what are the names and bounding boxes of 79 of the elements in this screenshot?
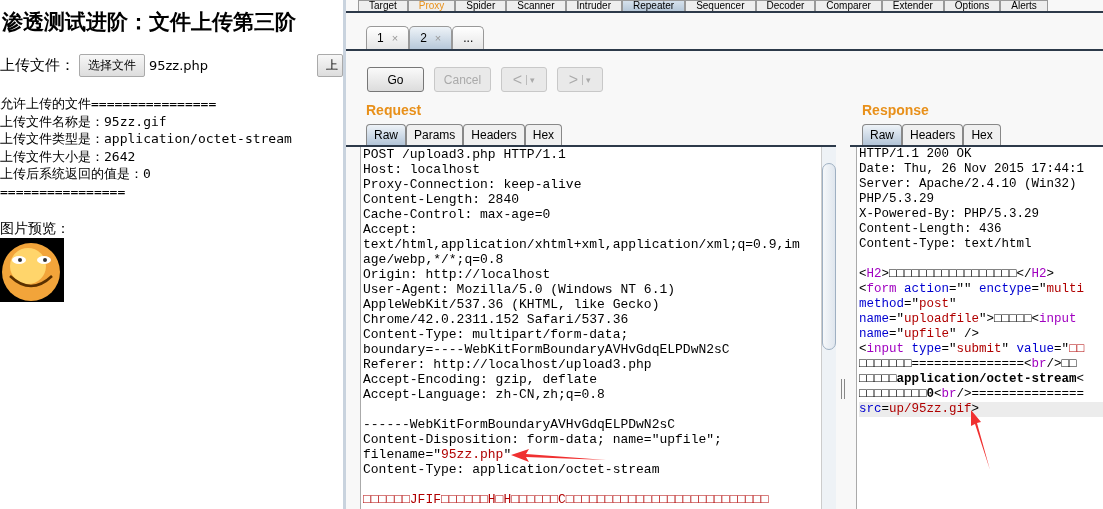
code-line: PHP/5.3.29: [859, 192, 935, 207]
main-tab[interactable]: Target: [358, 0, 408, 11]
code-line: Proxy-Connection: keep-alive: [363, 177, 583, 192]
toolbar-button[interactable]: Go: [367, 67, 424, 92]
pane-title: Response: [862, 102, 930, 118]
editor-tab[interactable]: Params: [406, 124, 464, 145]
preview-label: 图片预览：: [0, 220, 71, 238]
result-line: 上传文件大小是：2642: [0, 147, 137, 165]
code-line: □□□□□□JFIF□□□□□□H□H□□□□□□C□□□□□□□□□□□□□□□□□□□□□□□□□□: [363, 492, 770, 507]
code-line: Content-Type: application/octet-stream: [363, 462, 661, 477]
code-line: Origin: http://localhost: [363, 267, 552, 282]
code-line: □□□□□application/octet-stream<: [859, 372, 1086, 387]
session-tab[interactable]: 2 ×: [409, 26, 453, 49]
code-line: Content-Disposition: form-data; name="upfile";: [363, 432, 723, 447]
main-tab[interactable]: Sequencer: [685, 0, 756, 11]
main-tab[interactable]: Scanner: [506, 0, 566, 11]
main-tab[interactable]: Options: [943, 0, 1001, 11]
main-tab[interactable]: Extender: [881, 0, 944, 11]
code-line: Referer: http://localhost/upload3.php: [363, 357, 653, 372]
submit-button[interactable]: 上: [317, 54, 343, 77]
code-line: text/html,application/xhtml+xml,application/xml;q=0.9,im: [363, 237, 801, 252]
code-line: name="upfile" />: [859, 327, 981, 342]
main-tab[interactable]: Comparer: [815, 0, 882, 11]
choose-file-button[interactable]: 选择文件: [79, 54, 145, 77]
code-line: Accept-Encoding: gzip, deflate: [363, 372, 599, 387]
code-line: ------WebKitFormBoundaryAVHvGdqELPDwN2sC: [363, 417, 677, 432]
splitter-grip[interactable]: [841, 379, 845, 399]
editor-tab[interactable]: Headers: [463, 124, 525, 145]
message-editor[interactable]: [856, 147, 1103, 509]
code-line: User-Agent: Mozilla/5.0 (Windows NT 6.1): [363, 282, 677, 297]
result-line: 上传文件类型是：application/octet-stream: [0, 130, 293, 148]
main-tab[interactable]: Alerts: [1000, 0, 1048, 11]
code-line: X-Powered-By: PHP/5.3.29: [859, 207, 1041, 222]
pane-title: Request: [366, 102, 423, 118]
file-name: 95zz.php: [149, 58, 209, 73]
result-line: 上传文件名称是：95zz.gif: [0, 112, 168, 130]
code-line: Date: Thu, 26 Nov 2015 17:44:1: [859, 162, 1086, 177]
code-line: Content-Type: text/html: [859, 237, 1033, 252]
code-line: Cache-Control: max-age=0: [363, 207, 552, 222]
code-line: Content-Length: 2840: [363, 192, 521, 207]
editor-tab[interactable]: Raw: [862, 124, 902, 145]
code-line: age/webp,*/*;q=0.8: [363, 252, 505, 267]
code-line: Content-Type: multipart/form-data;: [363, 327, 630, 342]
page-title: 渗透测试进阶：文件上传第三阶: [2, 8, 297, 36]
upload-label: 上传文件：: [0, 56, 75, 75]
result-line: 允许上传的文件================: [0, 95, 218, 113]
code-line: Host: localhost: [363, 162, 482, 177]
code-line: filename="95zz.php": [363, 447, 821, 462]
editor-tab[interactable]: Raw: [366, 124, 406, 145]
code-line: Accept:: [363, 222, 419, 237]
editor-tab[interactable]: Hex: [524, 124, 563, 145]
code-line: □□□□□□□===============<br/>□□: [859, 357, 1078, 372]
code-line: method="post": [859, 297, 958, 312]
smiley-face-image: [0, 238, 64, 302]
session-tab[interactable]: ...: [452, 26, 485, 49]
result-line: ================: [0, 182, 127, 200]
code-line: <form action="" enctype="multi: [859, 282, 1086, 297]
code-line: HTTP/1.1 200 OK: [859, 147, 973, 162]
code-line: <input type="submit" value="□□: [859, 342, 1086, 357]
editor-tab[interactable]: Hex: [963, 124, 1001, 145]
main-tab[interactable]: Intruder: [565, 0, 622, 11]
main-tab[interactable]: Spider: [455, 0, 507, 11]
code-line: Chrome/42.0.2311.152 Safari/537.36: [363, 312, 630, 327]
code-line: name="uploadfile">□□□□□<input: [859, 312, 1078, 327]
code-line: <H2>□□□□□□□□□□□□□□□□□</H2>: [859, 267, 1056, 282]
code-line: boundary=----WebKitFormBoundaryAVHvGdqELPDwN2sC: [363, 342, 731, 357]
code-line: Accept-Language: zh-CN,zh;q=0.8: [363, 387, 606, 402]
main-tab[interactable]: Decoder: [755, 0, 816, 11]
code-line: □□□□□□□□□0<br/>===============: [859, 387, 1086, 402]
message-editor[interactable]: [360, 147, 836, 509]
editor-tab[interactable]: Headers: [902, 124, 964, 145]
code-line: POST /upload3.php HTTP/1.1: [363, 147, 567, 162]
session-tab[interactable]: 1 ×: [366, 26, 410, 49]
main-tab[interactable]: Repeater: [622, 0, 686, 11]
code-line: Server: Apache/2.4.10 (Win32): [859, 177, 1078, 192]
result-line: 上传后系统返回的值是：0: [0, 165, 152, 183]
scrollbar[interactable]: [821, 147, 836, 509]
code-line: Content-Length: 436: [859, 222, 1003, 237]
code-line: AppleWebKit/537.36 (KHTML, like Gecko): [363, 297, 661, 312]
